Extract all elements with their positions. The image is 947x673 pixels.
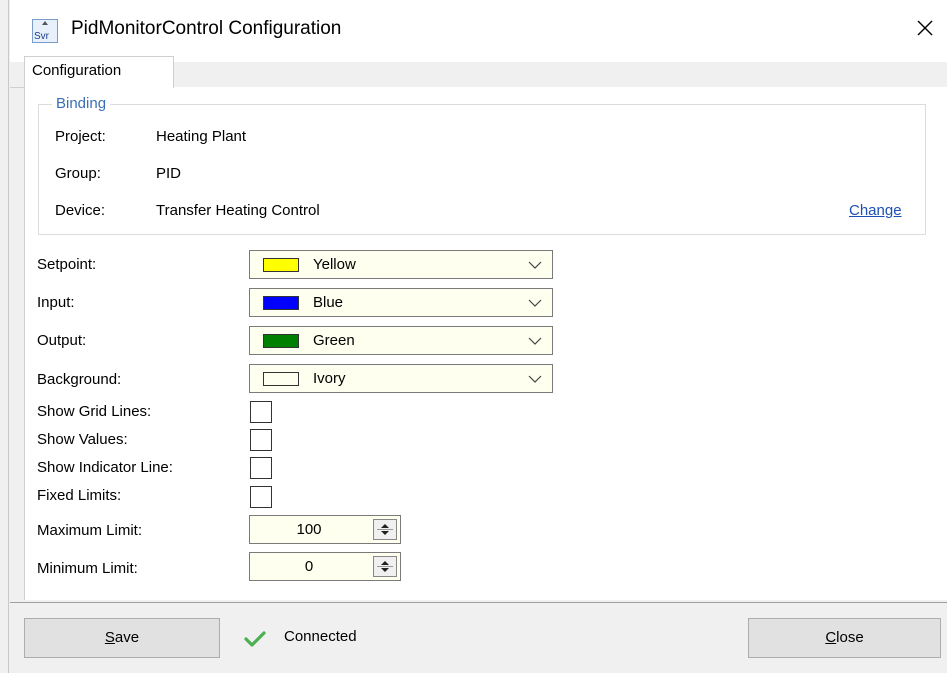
- chevron-down-icon: [528, 337, 542, 345]
- change-binding-link[interactable]: Change: [849, 202, 902, 219]
- background-color-swatch: [263, 372, 299, 386]
- connection-status: Connected: [284, 628, 357, 645]
- close-label-rest: lose: [836, 629, 864, 646]
- output-color-select[interactable]: Green: [249, 326, 553, 355]
- background-color-select[interactable]: Ivory: [249, 364, 553, 393]
- save-button[interactable]: Save: [24, 618, 220, 658]
- input-color-select[interactable]: Blue: [249, 288, 553, 317]
- binding-legend: Binding: [52, 95, 111, 112]
- chevron-down-icon: [528, 299, 542, 307]
- save-label-rest: ave: [114, 629, 140, 646]
- output-color-value: Green: [313, 332, 355, 349]
- group-value: PID: [156, 165, 182, 182]
- close-icon: [917, 20, 933, 36]
- title-bar: Svr PidMonitorControl Configuration: [10, 0, 947, 62]
- show-values-label: Show Values:: [37, 431, 128, 448]
- app-icon: Svr: [32, 19, 58, 43]
- output-label: Output:: [37, 332, 87, 349]
- close-mnemonic: C: [825, 629, 837, 646]
- group-label: Group:: [55, 165, 101, 182]
- input-label: Input:: [37, 294, 75, 311]
- setpoint-label: Setpoint:: [37, 256, 97, 273]
- maximum-limit-spin-buttons[interactable]: [373, 519, 397, 540]
- show-indicator-line-checkbox[interactable]: [250, 457, 272, 479]
- background-window-edge: [0, 0, 10, 673]
- close-window-button[interactable]: [905, 8, 945, 48]
- minimum-limit-label: Minimum Limit:: [37, 560, 138, 577]
- minimum-limit-value[interactable]: 0: [250, 558, 368, 575]
- window-title: PidMonitorControl Configuration: [71, 18, 342, 39]
- spin-up-down-icon: [377, 524, 393, 535]
- show-grid-lines-checkbox[interactable]: [250, 401, 272, 423]
- spin-up-down-icon: [377, 561, 393, 572]
- save-mnemonic: S: [104, 629, 115, 646]
- tab-configuration[interactable]: Configuration: [24, 56, 174, 88]
- tab-configuration-label: Configuration: [32, 62, 122, 79]
- chevron-down-icon: [528, 261, 542, 269]
- chevron-down-icon: [528, 375, 542, 383]
- show-indicator-line-label: Show Indicator Line:: [37, 459, 173, 476]
- minimum-limit-spin-buttons[interactable]: [373, 556, 397, 577]
- maximum-limit-value[interactable]: 100: [250, 521, 368, 538]
- maximum-limit-label: Maximum Limit:: [37, 522, 143, 539]
- input-color-swatch: [263, 296, 299, 310]
- project-label: Project:: [55, 128, 106, 145]
- setpoint-color-value: Yellow: [313, 256, 356, 273]
- show-grid-lines-label: Show Grid Lines:: [37, 403, 152, 420]
- device-value: Transfer Heating Control: [156, 202, 320, 219]
- background-label: Background:: [37, 371, 122, 388]
- setpoint-color-select[interactable]: Yellow: [249, 250, 553, 279]
- fixed-limits-checkbox[interactable]: [250, 486, 272, 508]
- configuration-dialog: Svr PidMonitorControl Configuration Conf…: [0, 0, 947, 673]
- minimum-limit-stepper[interactable]: 0: [249, 552, 401, 581]
- device-label: Device:: [55, 202, 106, 219]
- show-values-checkbox[interactable]: [250, 429, 272, 451]
- project-value: Heating Plant: [156, 128, 247, 145]
- fixed-limits-label: Fixed Limits:: [37, 487, 122, 504]
- maximum-limit-stepper[interactable]: 100: [249, 515, 401, 544]
- setpoint-color-swatch: [263, 258, 299, 272]
- app-icon-text: Svr: [34, 31, 50, 42]
- checkmark-icon: [244, 631, 266, 647]
- close-button[interactable]: Close: [748, 618, 941, 658]
- input-color-value: Blue: [313, 294, 344, 311]
- background-color-value: Ivory: [313, 370, 346, 387]
- output-color-swatch: [263, 334, 299, 348]
